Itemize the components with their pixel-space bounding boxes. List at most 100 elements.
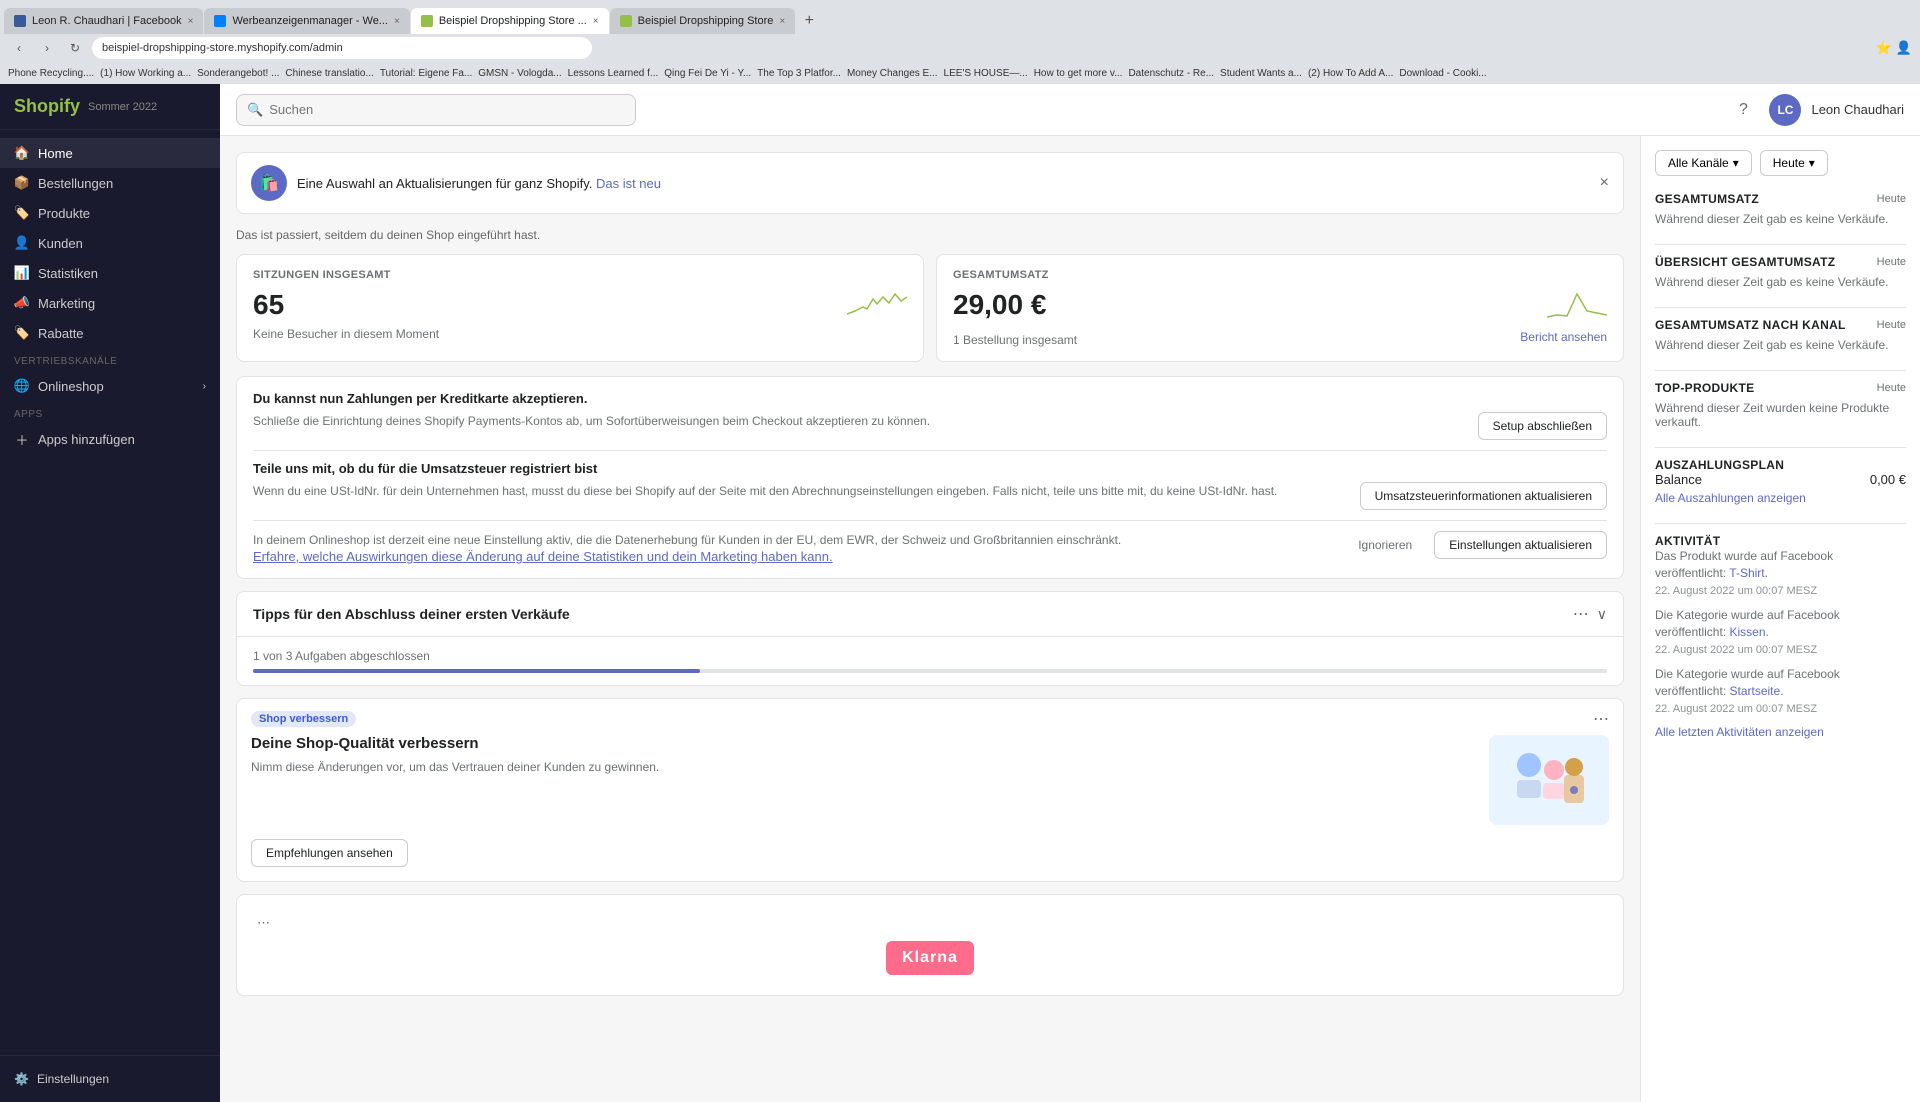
- bookmark-1[interactable]: Phone Recycling....: [8, 68, 94, 79]
- tips-chevron-button[interactable]: ∨: [1597, 606, 1607, 623]
- ignore-button[interactable]: Ignorieren: [1344, 531, 1426, 559]
- expand-icon: ›: [203, 381, 206, 392]
- alle-auszahlungen-link[interactable]: Alle Auszahlungen anzeigen: [1655, 491, 1906, 505]
- klarna-logo: Klarna: [886, 941, 974, 975]
- tab-2[interactable]: Werbeanzeigenmanager - We... ×: [204, 8, 409, 34]
- improve-card-body: Deine Shop-Qualität verbessern Nimm dies…: [237, 735, 1623, 839]
- alle-aktivitaeten-link[interactable]: Alle letzten Aktivitäten anzeigen: [1655, 725, 1906, 739]
- stat-card-revenue: GESAMTUMSATZ 29,00 € 1 Bestellung insges…: [936, 254, 1624, 362]
- bookmark-11[interactable]: LEE'S HOUSE—...: [944, 68, 1028, 79]
- tips-section: Tipps für den Abschluss deiner ersten Ve…: [236, 591, 1624, 686]
- search-bar[interactable]: 🔍: [236, 94, 636, 126]
- sidebar-item-einstellungen-label: Einstellungen: [37, 1072, 109, 1086]
- search-input[interactable]: [269, 102, 625, 117]
- main-area: 🔍 ? LC Leon Chaudhari 🛍️ Eine Auswahl an…: [220, 84, 1920, 1102]
- bookmark-10[interactable]: Money Changes E...: [847, 68, 938, 79]
- channel-filter-button[interactable]: Alle Kanäle ▾: [1655, 150, 1752, 176]
- sidebar-item-bestellungen[interactable]: 📦 Bestellungen: [0, 168, 220, 198]
- avatar[interactable]: LC: [1769, 94, 1801, 126]
- sidebar-item-produkte[interactable]: 🏷️ Produkte: [0, 198, 220, 228]
- klarna-dots-button[interactable]: ⋯: [257, 915, 270, 931]
- bookmark-16[interactable]: Download - Cooki...: [1399, 68, 1486, 79]
- info-card-payments-text: Schließe die Einrichtung deines Shopify …: [253, 412, 930, 430]
- tab-close-4[interactable]: ×: [779, 16, 785, 27]
- help-button[interactable]: ?: [1727, 94, 1759, 126]
- tab-4[interactable]: Beispiel Dropshipping Store ×: [610, 8, 796, 34]
- cs-top-produkte-title: TOP-PRODUKTE: [1655, 381, 1754, 395]
- stat-value-revenue: 29,00 €: [953, 289, 1046, 321]
- improve-dots-button[interactable]: ⋯: [1593, 709, 1609, 729]
- home-icon: 🏠: [14, 145, 30, 161]
- notification-close-button[interactable]: ×: [1600, 174, 1609, 192]
- forward-button[interactable]: ›: [36, 37, 58, 59]
- sidebar-item-rabatte[interactable]: 🏷️ Rabatte: [0, 318, 220, 348]
- tips-section-body: 1 von 3 Aufgaben abgeschlossen: [237, 637, 1623, 685]
- tips-dots-button[interactable]: ⋯: [1573, 604, 1589, 624]
- content-area: 🛍️ Eine Auswahl an Aktualisierungen für …: [220, 136, 1920, 1102]
- notification-link[interactable]: Das ist neu: [596, 176, 661, 191]
- activity-link-3[interactable]: Startseite.: [1730, 684, 1784, 698]
- bookmark-12[interactable]: How to get more v...: [1034, 68, 1123, 79]
- bookmark-14[interactable]: Student Wants a...: [1220, 68, 1302, 79]
- reload-button[interactable]: ↻: [64, 37, 86, 59]
- new-tab-button[interactable]: +: [796, 8, 822, 34]
- tab-favicon-3: [421, 15, 433, 27]
- cs-auszahlungsplan: AUSZAHLUNGSPLAN Balance 0,00 € Alle Ausz…: [1655, 458, 1906, 505]
- tab-1[interactable]: Leon R. Chaudhari | Facebook ×: [4, 8, 203, 34]
- tab-close-2[interactable]: ×: [394, 16, 400, 27]
- stat-card-sessions: SITZUNGEN INSGESAMT 65 Keine Besucher in…: [236, 254, 924, 362]
- improve-card-text: Deine Shop-Qualität verbessern Nimm dies…: [251, 735, 1473, 825]
- cs-aktivitaet-title: AKTIVITÄT: [1655, 534, 1906, 548]
- sidebar-item-kunden[interactable]: 👤 Kunden: [0, 228, 220, 258]
- stat-label-sessions: SITZUNGEN INSGESAMT: [253, 269, 907, 281]
- back-button[interactable]: ‹: [8, 37, 30, 59]
- klarna-card: ⋯ Klarna: [236, 894, 1624, 996]
- sidebar-item-rabatte-label: Rabatte: [38, 326, 84, 341]
- tab-close-1[interactable]: ×: [188, 16, 194, 27]
- bookmark-5[interactable]: Tutorial: Eigene Fa...: [380, 68, 472, 79]
- activity-link-1[interactable]: T-Shirt.: [1729, 566, 1768, 580]
- activity-time-1: 22. August 2022 um 00:07 MESZ: [1655, 585, 1817, 597]
- bookmark-3[interactable]: Sonderangebot! ...: [197, 68, 279, 79]
- tab-3[interactable]: Beispiel Dropshipping Store ... ×: [411, 8, 609, 34]
- bookmark-4[interactable]: Chinese translatio...: [285, 68, 373, 79]
- settings-update-button[interactable]: Einstellungen aktualisieren: [1434, 531, 1607, 559]
- cs-balance-value: 0,00 €: [1870, 472, 1906, 487]
- date-filter-label: Heute: [1773, 156, 1805, 170]
- cs-top-produkte: TOP-PRODUKTE Heute Während dieser Zeit w…: [1655, 381, 1906, 429]
- settings-icon: ⚙️: [14, 1072, 29, 1086]
- customers-icon: 👤: [14, 235, 30, 251]
- bookmark-8[interactable]: Qing Fei De Yi - Y...: [664, 68, 751, 79]
- sidebar-item-apps-add-label: Apps hinzufügen: [38, 432, 135, 447]
- header-actions: ? LC Leon Chaudhari: [1727, 94, 1904, 126]
- sidebar-item-marketing[interactable]: 📣 Marketing: [0, 288, 220, 318]
- gdpr-link[interactable]: Erfahre, welche Auswirkungen diese Änder…: [253, 549, 833, 564]
- marketing-icon: 📣: [14, 295, 30, 311]
- tab-close-3[interactable]: ×: [593, 16, 599, 27]
- sidebar-item-apps-add[interactable]: ＋ Apps hinzufügen: [0, 424, 220, 454]
- bookmark-13[interactable]: Datenschutz - Re...: [1128, 68, 1214, 79]
- recommendations-button[interactable]: Empfehlungen ansehen: [251, 839, 408, 867]
- bookmark-2[interactable]: (1) How Working a...: [100, 68, 191, 79]
- sidebar-item-einstellungen[interactable]: ⚙️ Einstellungen: [14, 1066, 206, 1092]
- improve-card-desc: Nimm diese Änderungen vor, um das Vertra…: [251, 758, 1473, 776]
- bookmark-7[interactable]: Lessons Learned f...: [568, 68, 659, 79]
- date-filter-button[interactable]: Heute ▾: [1760, 150, 1828, 176]
- tab-favicon-2: [214, 15, 226, 27]
- sidebar-item-statistiken[interactable]: 📊 Statistiken: [0, 258, 220, 288]
- date-filter-chevron: ▾: [1809, 156, 1815, 170]
- bookmark-15[interactable]: (2) How To Add A...: [1308, 68, 1393, 79]
- tips-section-title: Tipps für den Abschluss deiner ersten Ve…: [253, 606, 1573, 622]
- tax-update-button[interactable]: Umsatzsteuerinformationen aktualisieren: [1360, 482, 1607, 510]
- bookmark-9[interactable]: The Top 3 Platfor...: [757, 68, 841, 79]
- activity-link-2[interactable]: Kissen.: [1730, 625, 1769, 639]
- cs-nach-kanal-title: GESAMTUMSATZ NACH KANAL: [1655, 318, 1846, 332]
- report-link[interactable]: Bericht ansehen: [1520, 330, 1607, 344]
- address-input[interactable]: beispiel-dropshipping-store.myshopify.co…: [92, 37, 592, 59]
- setup-button[interactable]: Setup abschließen: [1478, 412, 1607, 440]
- sidebar-item-bestellungen-label: Bestellungen: [38, 176, 113, 191]
- bookmark-6[interactable]: GMSN - Vologda...: [478, 68, 561, 79]
- cs-divider-1: [1655, 244, 1906, 245]
- sidebar-item-home[interactable]: 🏠 Home: [0, 138, 220, 168]
- sidebar-item-onlineshop[interactable]: 🌐 Onlineshop ›: [0, 371, 220, 401]
